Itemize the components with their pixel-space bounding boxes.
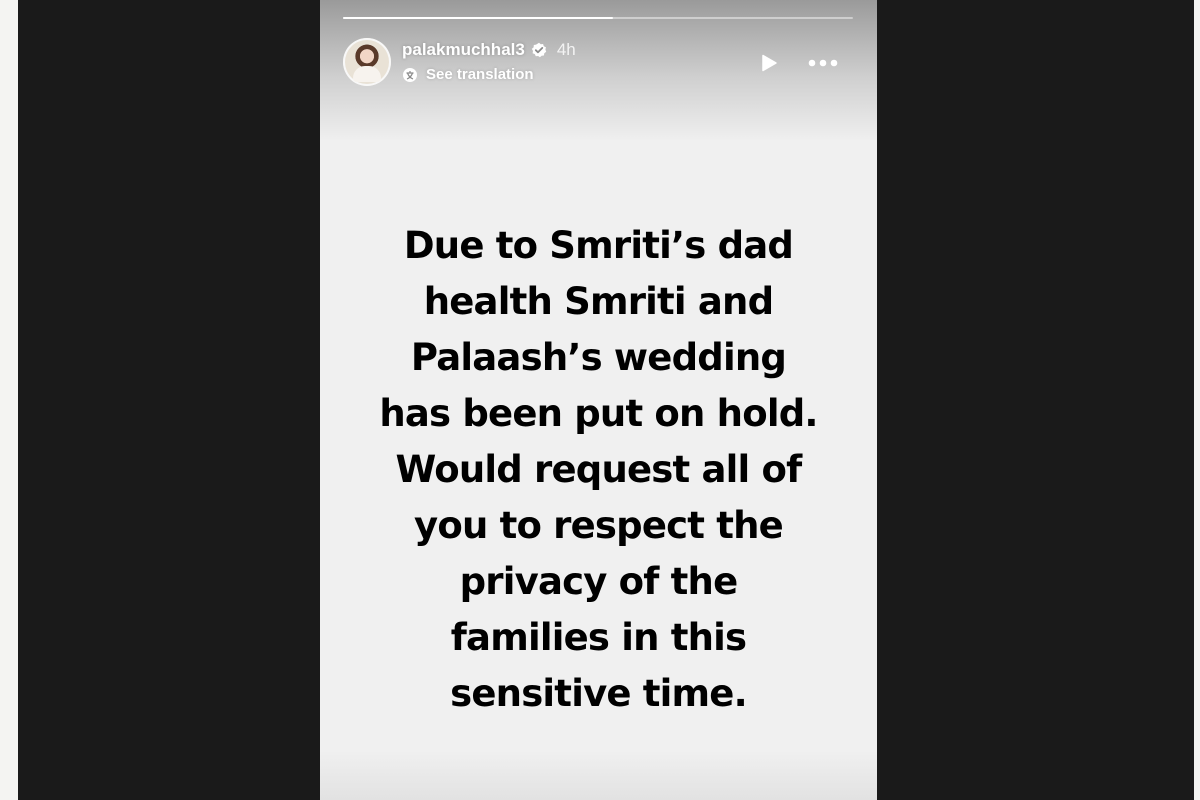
see-translation-link[interactable]: See translation <box>402 66 534 83</box>
play-icon <box>762 54 777 72</box>
story-text: Due to Smriti’s dad health Smriti and Pa… <box>320 218 877 722</box>
page-right-margin <box>1194 0 1200 800</box>
more-options-icon <box>808 59 838 67</box>
username-link[interactable]: palakmuchhal3 <box>402 40 525 60</box>
story-author-row: palakmuchhal3 4h <box>402 38 576 62</box>
story-text-line: Would request all of <box>395 448 803 491</box>
see-translation-label: See translation <box>426 66 534 83</box>
play-button[interactable] <box>756 50 782 76</box>
translate-icon <box>402 67 418 83</box>
story-viewer[interactable]: palakmuchhal3 4h See translation Due to … <box>320 0 877 800</box>
more-options-button[interactable] <box>804 50 842 76</box>
page-left-margin <box>0 0 18 800</box>
story-progress-fill <box>343 17 614 19</box>
story-text-line: sensitive time. <box>450 672 748 715</box>
verified-badge-icon <box>531 42 547 58</box>
story-text-line: privacy of the <box>459 560 739 603</box>
post-time: 4h <box>556 40 576 59</box>
story-text-line: has been put on hold. <box>379 392 818 435</box>
story-text-line: you to respect the <box>414 504 784 547</box>
story-text-line: Palaash’s wedding <box>410 336 787 379</box>
story-text-line: families in this <box>450 616 747 659</box>
story-text-line: Due to Smriti’s dad <box>403 224 794 267</box>
story-text-line: health Smriti and <box>423 280 774 323</box>
avatar[interactable] <box>343 38 391 86</box>
story-footer-gradient <box>320 750 877 800</box>
story-progress-bar <box>343 17 853 19</box>
